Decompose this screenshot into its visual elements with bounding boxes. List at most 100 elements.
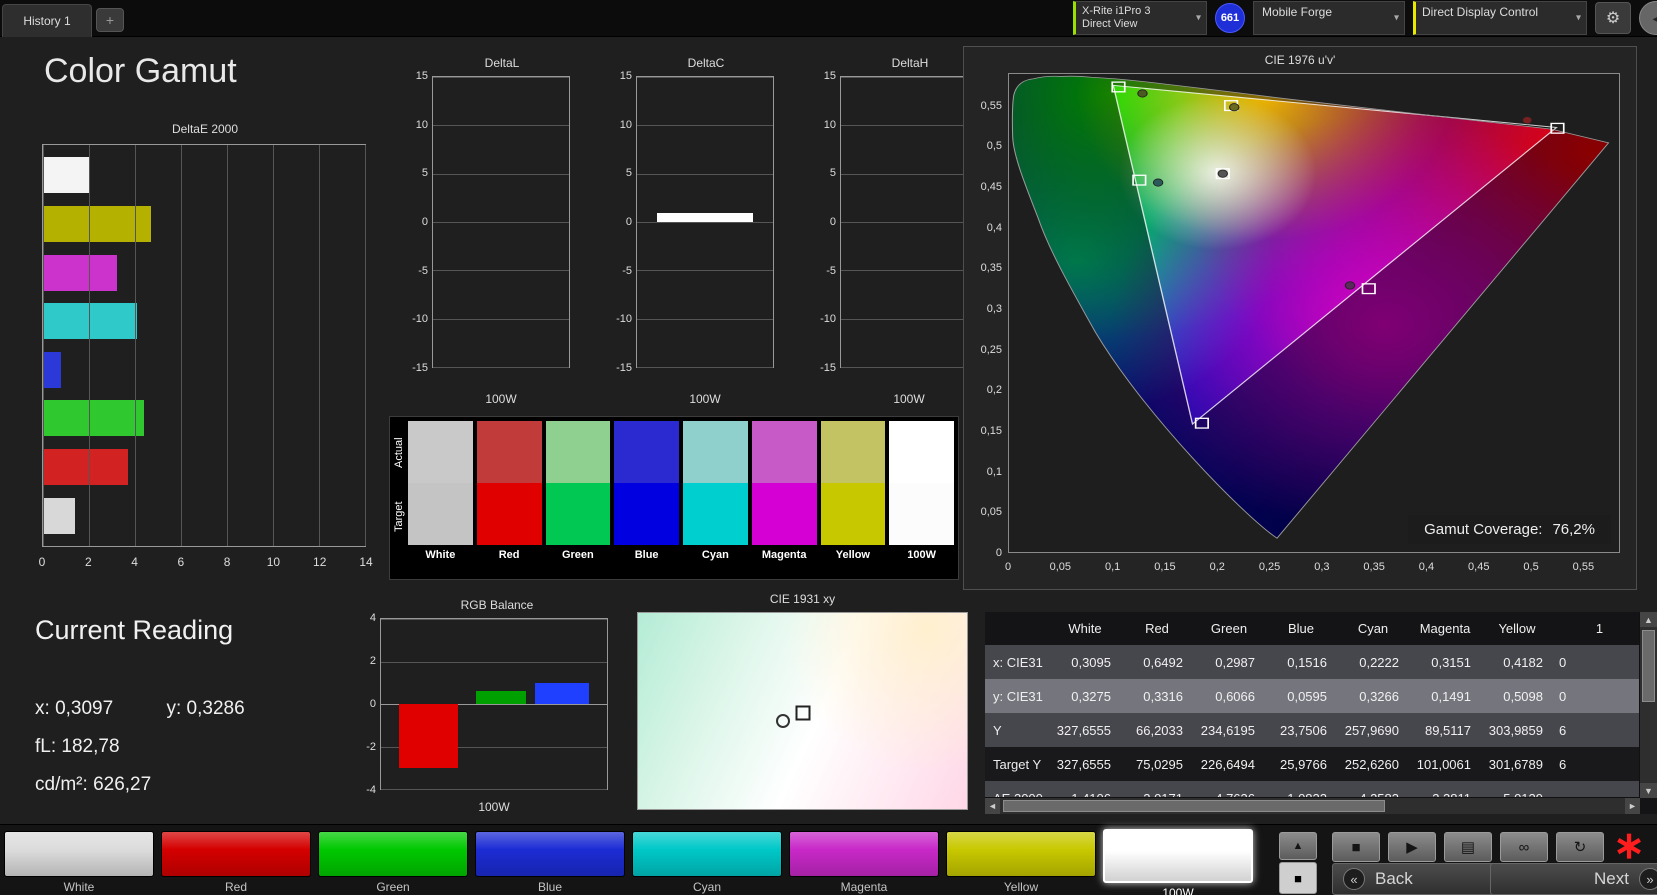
table-cell: 301,6789 bbox=[1488, 756, 1543, 772]
gridline bbox=[227, 145, 228, 546]
table-row[interactable]: Y 327,6555 66,2033 234,6195 23,7506 257,9690 8… bbox=[985, 713, 1640, 747]
vertical-scrollbar[interactable]: ▲ ▼ bbox=[1639, 612, 1657, 798]
fl-label: fL: bbox=[35, 736, 57, 757]
patch-color bbox=[1103, 829, 1253, 883]
axis-tick-label: 0,05 bbox=[980, 506, 1002, 519]
cie-xy-chart: CIE 1931 xy bbox=[637, 592, 968, 812]
patch-label: Yellow bbox=[1003, 880, 1039, 894]
patch-button-cyan[interactable]: Cyan bbox=[632, 831, 782, 895]
swatch-columns: White Red Green Blue Cyan Magenta Yellow 100W bbox=[408, 421, 954, 577]
tab-history-1[interactable]: History 1 bbox=[2, 4, 92, 37]
measured-marker-white bbox=[1217, 169, 1228, 178]
table-row[interactable]: x: CIE31 0,3095 0,6492 0,2987 0,1516 0,2222 0,… bbox=[985, 645, 1640, 679]
axis-tick-label: 0,35 bbox=[980, 262, 1002, 275]
table-row[interactable]: y: CIE31 0,3275 0,3316 0,6066 0,0595 0,3266 0,… bbox=[985, 679, 1640, 713]
gridline bbox=[637, 125, 773, 127]
transport-read-button[interactable]: ▤ bbox=[1444, 832, 1492, 862]
gridline bbox=[841, 222, 977, 223]
measured-marker-red bbox=[1522, 116, 1533, 125]
swatch-column-yellow: Yellow bbox=[820, 421, 886, 577]
collapse-button[interactable]: ◂ bbox=[1639, 1, 1657, 35]
gear-icon: ⚙ bbox=[1605, 10, 1621, 27]
close-asterisk-button[interactable]: ∗ bbox=[1608, 825, 1650, 867]
back-button[interactable]: « Back bbox=[1332, 863, 1506, 895]
rgb-bar-red bbox=[399, 704, 458, 768]
table-cell: 75,0295 bbox=[1136, 756, 1183, 772]
table-row[interactable]: ΔE 2000 1,4106 2,0171 4,7636 1,0822 4,2583 3,2… bbox=[985, 781, 1640, 798]
table-cell: 6 bbox=[1559, 756, 1567, 772]
axis-tick-label: 10 bbox=[823, 118, 836, 131]
target-swatch bbox=[408, 483, 473, 545]
patch-color bbox=[4, 831, 154, 877]
transport-continuous-button[interactable]: ∞ bbox=[1500, 832, 1548, 862]
gamut-coverage-label: Gamut Coverage: bbox=[1424, 521, 1543, 538]
back-chevron-icon: « bbox=[1343, 868, 1365, 890]
scroll-left-icon[interactable]: ◄ bbox=[985, 798, 1000, 814]
patch-button-yellow[interactable]: Yellow bbox=[946, 831, 1096, 895]
column-header-magenta: Magenta bbox=[1419, 621, 1471, 636]
vscroll-thumb[interactable] bbox=[1642, 630, 1655, 702]
transport-loop-button[interactable]: ↻ bbox=[1556, 832, 1604, 862]
delta-bar bbox=[657, 213, 753, 222]
horizontal-scrollbar[interactable]: ◄ ► bbox=[985, 797, 1640, 814]
source-dropdown[interactable]: Mobile Forge ▾ bbox=[1253, 1, 1405, 35]
patch-color bbox=[946, 831, 1096, 877]
axis-tick-label: 15 bbox=[619, 70, 632, 82]
hscroll-thumb[interactable] bbox=[1003, 800, 1385, 812]
meter-mode: Direct View bbox=[1082, 18, 1138, 30]
scroll-right-icon[interactable]: ► bbox=[1625, 798, 1640, 814]
patch-button-blue[interactable]: Blue bbox=[475, 831, 625, 895]
next-button[interactable]: Next » bbox=[1490, 863, 1657, 895]
axis-tick-label: 0,4 bbox=[1418, 561, 1435, 573]
y-label: y: bbox=[166, 698, 182, 719]
deltae-bar-red bbox=[43, 449, 129, 486]
target-point-marker bbox=[795, 705, 810, 721]
gamut-coverage-value: 76,2% bbox=[1552, 521, 1595, 538]
measured-marker-cyan bbox=[1152, 178, 1164, 187]
target-swatch bbox=[820, 483, 886, 545]
scroll-up-icon[interactable]: ▲ bbox=[1640, 612, 1657, 627]
scroll-down-icon[interactable]: ▼ bbox=[1640, 783, 1657, 798]
axis-tick-label: -15 bbox=[820, 362, 836, 374]
patch-button-magenta[interactable]: Magenta bbox=[789, 831, 939, 895]
swatch-column-white: White bbox=[408, 421, 473, 577]
axis-tick-label: -4 bbox=[366, 784, 376, 796]
axis-tick-label: 0 bbox=[995, 547, 1002, 559]
top-right-controls: X-Rite i1Pro 3 Direct View ▾ 661 Mobile … bbox=[1073, 0, 1657, 36]
rgb-balance-chart: RGB Balance 4 2 0 -2 -4 100W bbox=[352, 598, 614, 816]
table-cell: 0,5098 bbox=[1503, 688, 1543, 704]
patch-color bbox=[632, 831, 782, 877]
axis-tick-label: 0,45 bbox=[980, 180, 1002, 193]
patch-button-red[interactable]: Red bbox=[161, 831, 311, 895]
rgb-bar-green bbox=[475, 691, 526, 704]
axis-tick-label: -5 bbox=[826, 264, 836, 277]
settings-button[interactable]: ⚙ bbox=[1595, 2, 1631, 34]
patch-button-green[interactable]: Green bbox=[318, 831, 468, 895]
chart-title: RGB Balance bbox=[460, 598, 534, 612]
table-cell: 101,0061 bbox=[1416, 756, 1471, 772]
swatch-label: 100W bbox=[907, 549, 936, 561]
gridline bbox=[637, 367, 773, 368]
pattern-window-button[interactable]: ■ bbox=[1279, 862, 1317, 894]
axis-tick-label: 14 bbox=[359, 555, 373, 569]
patch-button-white[interactable]: White bbox=[4, 831, 154, 895]
axis-tick-label: 0,15 bbox=[1154, 561, 1176, 573]
transport-play-button[interactable]: ▶ bbox=[1388, 832, 1436, 862]
add-tab-button[interactable]: + bbox=[96, 8, 124, 32]
expand-up-button[interactable]: ▲ bbox=[1279, 832, 1317, 860]
chart-plot bbox=[840, 76, 978, 368]
gridline bbox=[273, 145, 274, 546]
gridline bbox=[381, 619, 607, 620]
meter-dropdown[interactable]: X-Rite i1Pro 3 Direct View ▾ bbox=[1073, 1, 1207, 35]
swatch-column-100w: 100W bbox=[889, 421, 954, 577]
deltae-2000-chart: DeltaE 2000 0 2 4 6 8 10 12 14 bbox=[39, 122, 373, 577]
table-cell: 0,3151 bbox=[1431, 654, 1471, 670]
display-control-dropdown[interactable]: Direct Display Control ▾ bbox=[1413, 1, 1587, 35]
table-row[interactable]: Target Y 327,6555 75,0295 226,6494 25,9766 25… bbox=[985, 747, 1640, 781]
gridline bbox=[181, 145, 182, 546]
transport-stop-button[interactable]: ■ bbox=[1332, 832, 1380, 862]
column-header-white: White bbox=[1068, 621, 1102, 636]
gridline bbox=[433, 270, 569, 272]
patch-button-100w[interactable]: 100W bbox=[1103, 829, 1253, 895]
actual-swatch bbox=[476, 421, 542, 483]
